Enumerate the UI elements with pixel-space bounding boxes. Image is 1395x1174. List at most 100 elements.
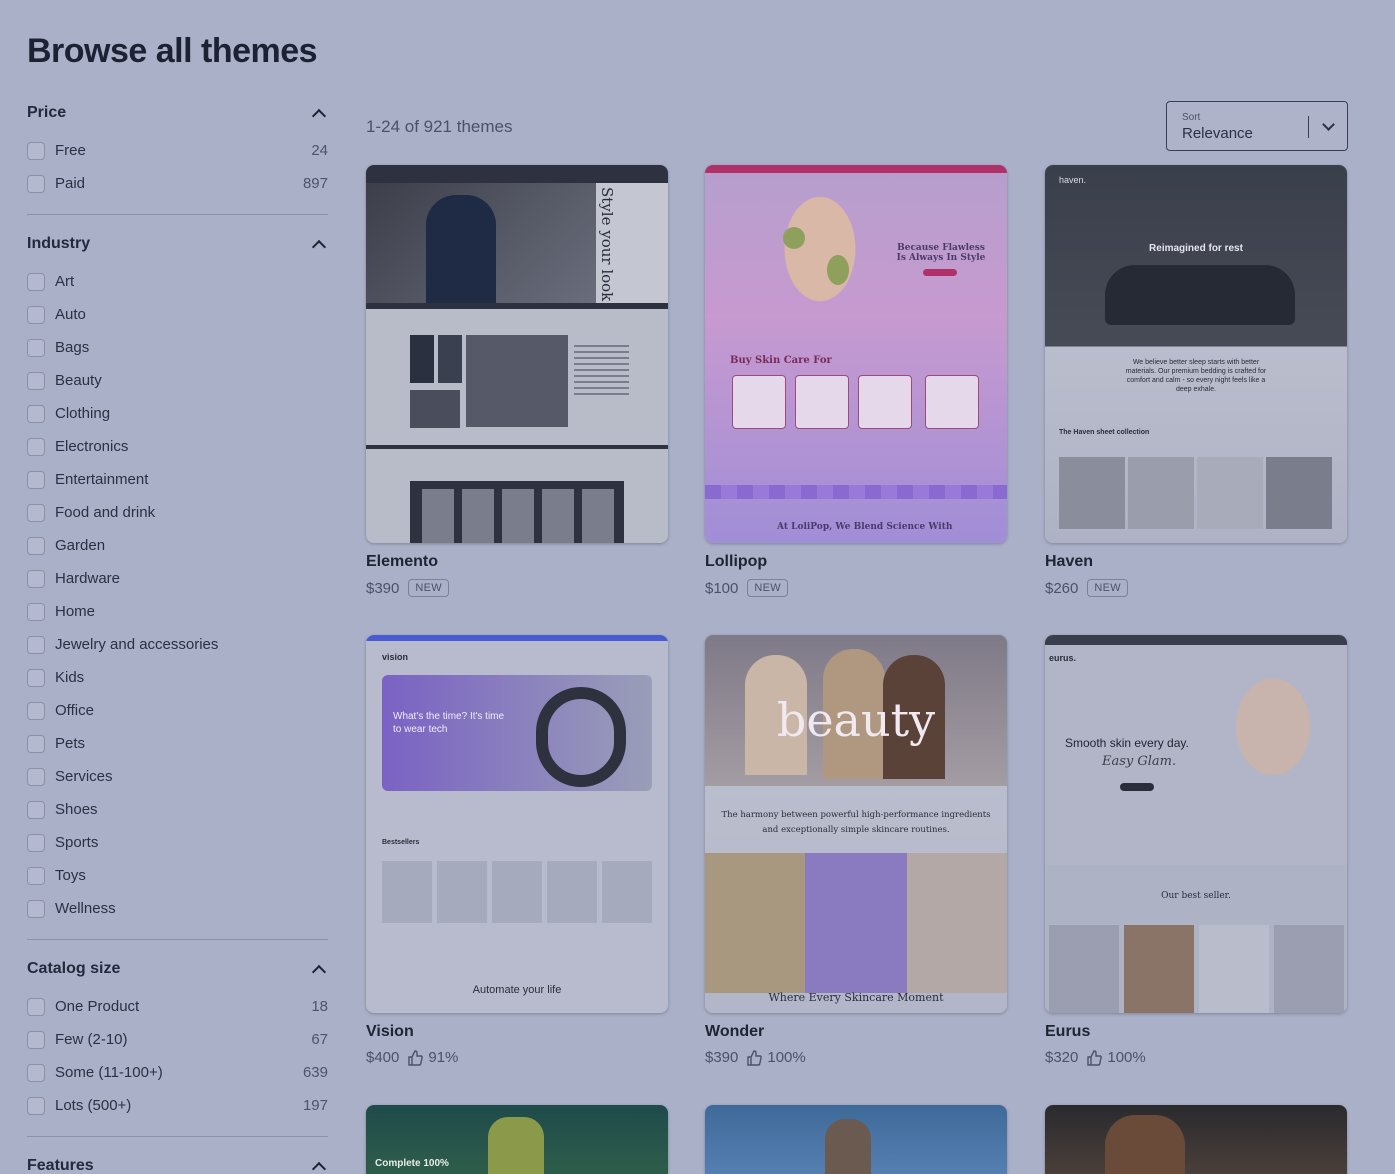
theme-name[interactable]: Vision — [366, 1023, 668, 1041]
checkbox[interactable] — [27, 899, 45, 918]
checkbox[interactable] — [27, 833, 45, 852]
filter-head-industry[interactable]: Industry — [27, 229, 328, 259]
filter-head-catalog-size[interactable]: Catalog size — [27, 954, 328, 984]
checkbox[interactable] — [27, 174, 45, 193]
checkbox[interactable] — [27, 602, 45, 621]
filter-option-industry[interactable]: Sports — [27, 826, 328, 859]
checkbox[interactable] — [27, 404, 45, 423]
theme-meta: $390 100% — [705, 1049, 1007, 1066]
filter-head-price[interactable]: Price — [27, 98, 328, 128]
theme-preview-haven[interactable]: haven. Reimagined for rest We believe be… — [1045, 165, 1347, 543]
checkbox[interactable] — [27, 569, 45, 588]
filter-option-industry[interactable]: Home — [27, 595, 328, 628]
filter-option-industry[interactable]: Electronics — [27, 430, 328, 463]
checkbox[interactable] — [27, 866, 45, 885]
checkbox[interactable] — [27, 470, 45, 489]
checkbox[interactable] — [27, 734, 45, 753]
sort-select[interactable]: Sort Relevance — [1166, 101, 1348, 151]
theme-preview-vision[interactable]: vision What's the time? It's time to wea… — [366, 635, 668, 1013]
filter-option-catalog-size[interactable]: Lots (500+) 197 — [27, 1089, 328, 1122]
checkbox[interactable] — [27, 272, 45, 291]
filter-option-industry[interactable]: Pets — [27, 727, 328, 760]
theme-preview-row3-1[interactable]: Complete 100% — [366, 1105, 668, 1174]
theme-card-vision[interactable]: vision What's the time? It's time to wea… — [366, 635, 668, 1066]
theme-card-row3-1[interactable]: Complete 100% — [366, 1105, 668, 1174]
checkbox[interactable] — [27, 767, 45, 786]
checkbox[interactable] — [27, 141, 45, 160]
theme-name[interactable]: Wonder — [705, 1023, 1007, 1041]
theme-preview-row3-3[interactable] — [1045, 1105, 1347, 1174]
chevron-up-icon[interactable] — [311, 1161, 327, 1174]
filter-group-features: Features — [27, 1151, 328, 1174]
theme-card-lollipop[interactable]: Because Flawless Is Always In Style Buy … — [705, 165, 1007, 597]
filter-option-catalog-size[interactable]: Few (2-10) 67 — [27, 1023, 328, 1056]
filter-option-industry[interactable]: Bags — [27, 331, 328, 364]
eurus-sub: Easy Glam. — [1102, 754, 1177, 769]
filter-option-label: Services — [55, 768, 113, 785]
new-badge: NEW — [408, 579, 449, 597]
filter-option-industry[interactable]: Office — [27, 694, 328, 727]
theme-name[interactable]: Elemento — [366, 553, 668, 571]
checkbox[interactable] — [27, 1063, 45, 1082]
checkbox[interactable] — [27, 503, 45, 522]
theme-name[interactable]: Haven — [1045, 553, 1347, 571]
filter-head-features[interactable]: Features — [27, 1151, 328, 1174]
sort-value: Relevance — [1182, 125, 1253, 142]
chevron-up-icon[interactable] — [311, 108, 327, 124]
filter-option-industry[interactable]: Entertainment — [27, 463, 328, 496]
haven-headline: Reimagined for rest — [1149, 243, 1243, 254]
checkbox[interactable] — [27, 437, 45, 456]
filter-option-industry[interactable]: Shoes — [27, 793, 328, 826]
theme-preview-row3-2[interactable] — [705, 1105, 1007, 1174]
theme-card-eurus[interactable]: eurus. Smooth skin every day. Easy Glam.… — [1045, 635, 1347, 1066]
filter-option-industry[interactable]: Food and drink — [27, 496, 328, 529]
filter-option-industry[interactable]: Garden — [27, 529, 328, 562]
theme-card-row3-3[interactable] — [1045, 1105, 1347, 1174]
checkbox[interactable] — [27, 668, 45, 687]
filter-option-price[interactable]: Paid 897 — [27, 167, 328, 200]
theme-card-row3-2[interactable] — [705, 1105, 1007, 1174]
checkbox[interactable] — [27, 635, 45, 654]
checkbox[interactable] — [27, 997, 45, 1016]
filter-option-catalog-size[interactable]: Some (11-100+) 639 — [27, 1056, 328, 1089]
theme-card-wonder[interactable]: beauty The harmony between powerful high… — [705, 635, 1007, 1066]
theme-preview-eurus[interactable]: eurus. Smooth skin every day. Easy Glam.… — [1045, 635, 1347, 1013]
filter-option-industry[interactable]: Art — [27, 265, 328, 298]
filter-option-industry[interactable]: Jewelry and accessories — [27, 628, 328, 661]
filter-option-industry[interactable]: Services — [27, 760, 328, 793]
haven-collection: The Haven sheet collection — [1059, 429, 1150, 436]
theme-preview-elemento[interactable]: Style your look — [366, 165, 668, 543]
filter-option-price[interactable]: Free 24 — [27, 134, 328, 167]
filter-option-label: Pets — [55, 735, 86, 752]
checkbox[interactable] — [27, 536, 45, 555]
checkbox[interactable] — [27, 371, 45, 390]
wonder-hero: beauty — [776, 693, 936, 747]
filter-option-industry[interactable]: Kids — [27, 661, 328, 694]
checkbox[interactable] — [27, 338, 45, 357]
filter-group-industry: Industry Art Auto Bags Beauty Clothing Electr… — [27, 229, 328, 940]
chevron-up-icon[interactable] — [311, 239, 327, 255]
checkbox[interactable] — [27, 1030, 45, 1049]
theme-name[interactable]: Lollipop — [705, 553, 1007, 571]
theme-preview-wonder[interactable]: beauty The harmony between powerful high… — [705, 635, 1007, 1013]
checkbox[interactable] — [27, 305, 45, 324]
eurus-headline: Smooth skin every day. — [1065, 736, 1189, 750]
filter-option-industry[interactable]: Clothing — [27, 397, 328, 430]
checkbox[interactable] — [27, 800, 45, 819]
chevron-up-icon[interactable] — [311, 964, 327, 980]
filter-option-industry[interactable]: Wellness — [27, 892, 328, 925]
filter-option-catalog-size[interactable]: One Product 18 — [27, 990, 328, 1023]
filter-option-industry[interactable]: Toys — [27, 859, 328, 892]
filter-option-industry[interactable]: Beauty — [27, 364, 328, 397]
filters-sidebar: Price Free 24 Paid 897 Industry Art Auto Bags… — [27, 98, 328, 1174]
theme-card-haven[interactable]: haven. Reimagined for rest We believe be… — [1045, 165, 1347, 597]
checkbox[interactable] — [27, 1096, 45, 1115]
sort-label: Sort — [1182, 112, 1201, 123]
theme-preview-lollipop[interactable]: Because Flawless Is Always In Style Buy … — [705, 165, 1007, 543]
theme-card-elemento[interactable]: Style your look Elemento $390 NEW — [366, 165, 668, 597]
filter-option-label: Toys — [55, 867, 86, 884]
theme-name[interactable]: Eurus — [1045, 1023, 1347, 1041]
filter-option-industry[interactable]: Auto — [27, 298, 328, 331]
checkbox[interactable] — [27, 701, 45, 720]
filter-option-industry[interactable]: Hardware — [27, 562, 328, 595]
